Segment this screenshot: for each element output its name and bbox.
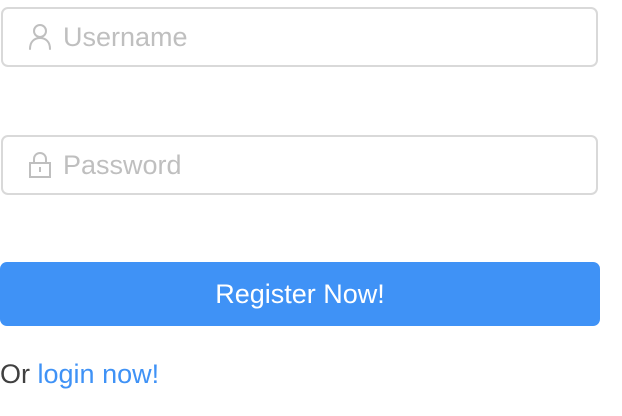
password-field[interactable] [1,135,598,195]
login-prompt-prefix: Or [0,359,30,389]
register-button[interactable]: Register Now! [0,262,600,326]
user-icon [27,22,53,52]
username-input[interactable] [63,17,563,57]
login-link[interactable]: login now! [38,359,160,389]
password-input[interactable] [63,145,563,185]
username-field[interactable] [1,7,598,67]
lock-icon [27,150,53,180]
login-prompt: Or login now! [0,356,159,392]
register-form: Register Now! Or login now! [0,0,622,416]
